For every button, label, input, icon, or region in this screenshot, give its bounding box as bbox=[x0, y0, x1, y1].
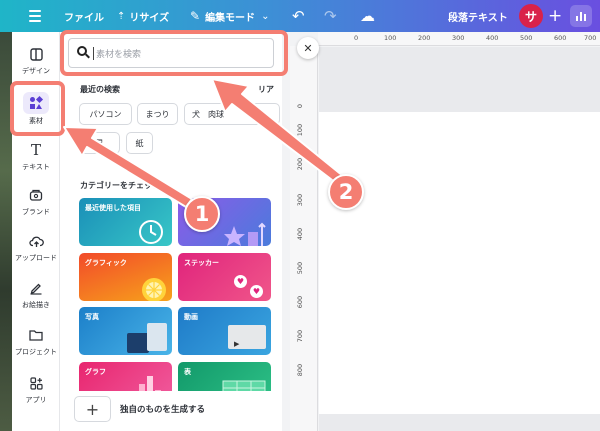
chevron-down-icon: ⌄ bbox=[261, 10, 270, 22]
photo-thumbnail bbox=[147, 323, 167, 351]
highlight-elements-tab bbox=[10, 81, 65, 136]
category-tile-stickers[interactable]: ステッカー ♥ ♥ bbox=[178, 253, 271, 301]
ruler-tick: 100 bbox=[384, 34, 397, 42]
magic-resize-icon: ⇡ bbox=[117, 10, 126, 22]
category-tile-photos[interactable]: 写真 bbox=[79, 307, 172, 355]
ruler-tick: 300 bbox=[296, 193, 305, 207]
layout-icon bbox=[12, 44, 60, 64]
step-badge-1: 1 bbox=[184, 196, 220, 232]
pencil-icon: ✎ bbox=[190, 9, 201, 23]
edit-mode-label: 編集モード bbox=[205, 12, 256, 24]
ruler-tick: 100 bbox=[296, 123, 305, 137]
category-tile-label: 写真 bbox=[85, 313, 99, 321]
file-menu[interactable]: ファイル bbox=[64, 0, 104, 32]
ruler-tick: 800 bbox=[296, 363, 305, 377]
sidebar-item-brand[interactable]: ブランド bbox=[12, 185, 60, 217]
category-tile-label: グラフィック bbox=[85, 259, 127, 267]
sidebar-item-text[interactable]: T テキスト bbox=[12, 140, 60, 172]
recent-search-chip[interactable]: 星 bbox=[79, 132, 120, 154]
ruler-tick: 600 bbox=[554, 34, 567, 42]
ruler-tick: 500 bbox=[296, 261, 305, 275]
sidebar-item-label: アップロード bbox=[15, 254, 57, 262]
recent-searches-title: 最近の検索 bbox=[80, 85, 120, 94]
menu-icon[interactable] bbox=[28, 0, 42, 32]
ruler-tick: 200 bbox=[418, 34, 431, 42]
recent-search-chip[interactable]: 犬 肉球 bbox=[184, 103, 280, 125]
ruler-tick: 200 bbox=[296, 157, 305, 171]
heart-sticker-icon: ♥ bbox=[250, 285, 263, 298]
category-tile-label: 最近使用した項目 bbox=[85, 204, 141, 212]
category-tile-label: グラフ bbox=[85, 368, 106, 376]
undo-icon[interactable]: ↶ bbox=[292, 0, 305, 32]
category-tile-recent[interactable]: 最近使用した項目 bbox=[79, 198, 172, 246]
sidebar-item-design[interactable]: デザイン bbox=[12, 44, 60, 76]
recent-search-chip[interactable]: まつり bbox=[137, 103, 178, 125]
avatar[interactable]: サ bbox=[519, 4, 543, 28]
ruler-tick: 0 bbox=[354, 34, 359, 42]
sidebar-item-draw[interactable]: お絵描き bbox=[12, 278, 60, 310]
ruler-left: 0 100 200 300 400 500 600 700 800 bbox=[290, 46, 318, 431]
sidebar-item-label: プロジェクト bbox=[15, 348, 57, 356]
ruler-top: 0 100 200 300 400 500 600 700 bbox=[318, 32, 600, 46]
category-tile-videos[interactable]: 動画 ▶ bbox=[178, 307, 271, 355]
orange-slice-icon bbox=[142, 278, 166, 301]
play-icon: ▶ bbox=[234, 340, 240, 348]
category-tile-label: 動画 bbox=[184, 313, 198, 321]
edit-mode-dropdown[interactable]: ✎ 編集モード ⌄ bbox=[190, 0, 269, 32]
sidebar-item-uploads[interactable]: アップロード bbox=[12, 231, 60, 263]
sidebar-item-label: テキスト bbox=[22, 163, 50, 171]
close-icon: ✕ bbox=[303, 41, 313, 55]
ruler-tick: 400 bbox=[486, 34, 499, 42]
photo-thumbnail bbox=[127, 333, 149, 353]
document-title[interactable]: 段落テキスト bbox=[448, 0, 508, 32]
recent-search-chip[interactable]: パソコン bbox=[79, 103, 132, 125]
resize-label: リサイズ bbox=[129, 12, 170, 24]
draw-icon bbox=[12, 278, 60, 298]
generate-plus-button[interactable]: + bbox=[74, 396, 111, 422]
step-badge-2: 2 bbox=[328, 174, 364, 210]
sidebar-item-label: アプリ bbox=[25, 396, 47, 404]
heart-sticker-icon: ♥ bbox=[234, 275, 247, 288]
cloud-save-icon[interactable]: ☁ bbox=[360, 0, 375, 32]
canva-editor: ファイル ⇡ リサイズ ✎ 編集モード ⌄ ↶ ↷ ☁ 段落テキスト サ + デ… bbox=[0, 0, 600, 431]
category-tile-graphics[interactable]: グラフィック bbox=[79, 253, 172, 301]
close-panel-button[interactable]: ✕ bbox=[297, 37, 319, 59]
ruler-tick: 500 bbox=[520, 34, 533, 42]
clear-recent-link[interactable]: リア bbox=[258, 84, 274, 95]
categories-title: カテゴリーをチェック bbox=[80, 181, 160, 190]
design-page[interactable] bbox=[319, 112, 600, 414]
insights-chart-icon[interactable] bbox=[570, 5, 592, 27]
sidebar-item-label: ブランド bbox=[22, 208, 50, 216]
apps-icon bbox=[12, 373, 60, 393]
sidebar-item-label: デザイン bbox=[22, 67, 50, 75]
ruler-tick: 300 bbox=[452, 34, 465, 42]
upload-icon bbox=[12, 231, 60, 251]
brand-icon bbox=[12, 185, 60, 205]
text-icon: T bbox=[30, 141, 41, 159]
share-plus-icon[interactable]: + bbox=[548, 0, 562, 32]
ruler-tick: 400 bbox=[296, 227, 305, 241]
folder-icon bbox=[12, 325, 60, 345]
ruler-tick: 700 bbox=[584, 34, 597, 42]
top-toolbar: ファイル ⇡ リサイズ ✎ 編集モード ⌄ ↶ ↷ ☁ 段落テキスト サ + bbox=[0, 0, 600, 32]
ruler-tick: 700 bbox=[296, 329, 305, 343]
sidebar-item-label: お絵描き bbox=[22, 301, 50, 309]
recent-search-chip[interactable]: 紙 bbox=[126, 132, 153, 154]
sidebar-item-projects[interactable]: プロジェクト bbox=[12, 325, 60, 357]
category-tile-label: ステッカー bbox=[184, 259, 219, 267]
ruler-tick: 0 bbox=[296, 103, 305, 109]
ruler-tick: 600 bbox=[296, 295, 305, 309]
shapes-decor-icon bbox=[224, 222, 266, 246]
sidebar-item-apps[interactable]: アプリ bbox=[12, 373, 60, 405]
generate-label[interactable]: 独自のものを生成する bbox=[120, 403, 205, 415]
redo-icon[interactable]: ↷ bbox=[324, 0, 337, 32]
category-tile-label: 表 bbox=[184, 368, 191, 376]
clock-icon bbox=[139, 220, 163, 244]
resize-button[interactable]: ⇡ リサイズ bbox=[117, 0, 169, 32]
highlight-search-box bbox=[60, 30, 288, 76]
